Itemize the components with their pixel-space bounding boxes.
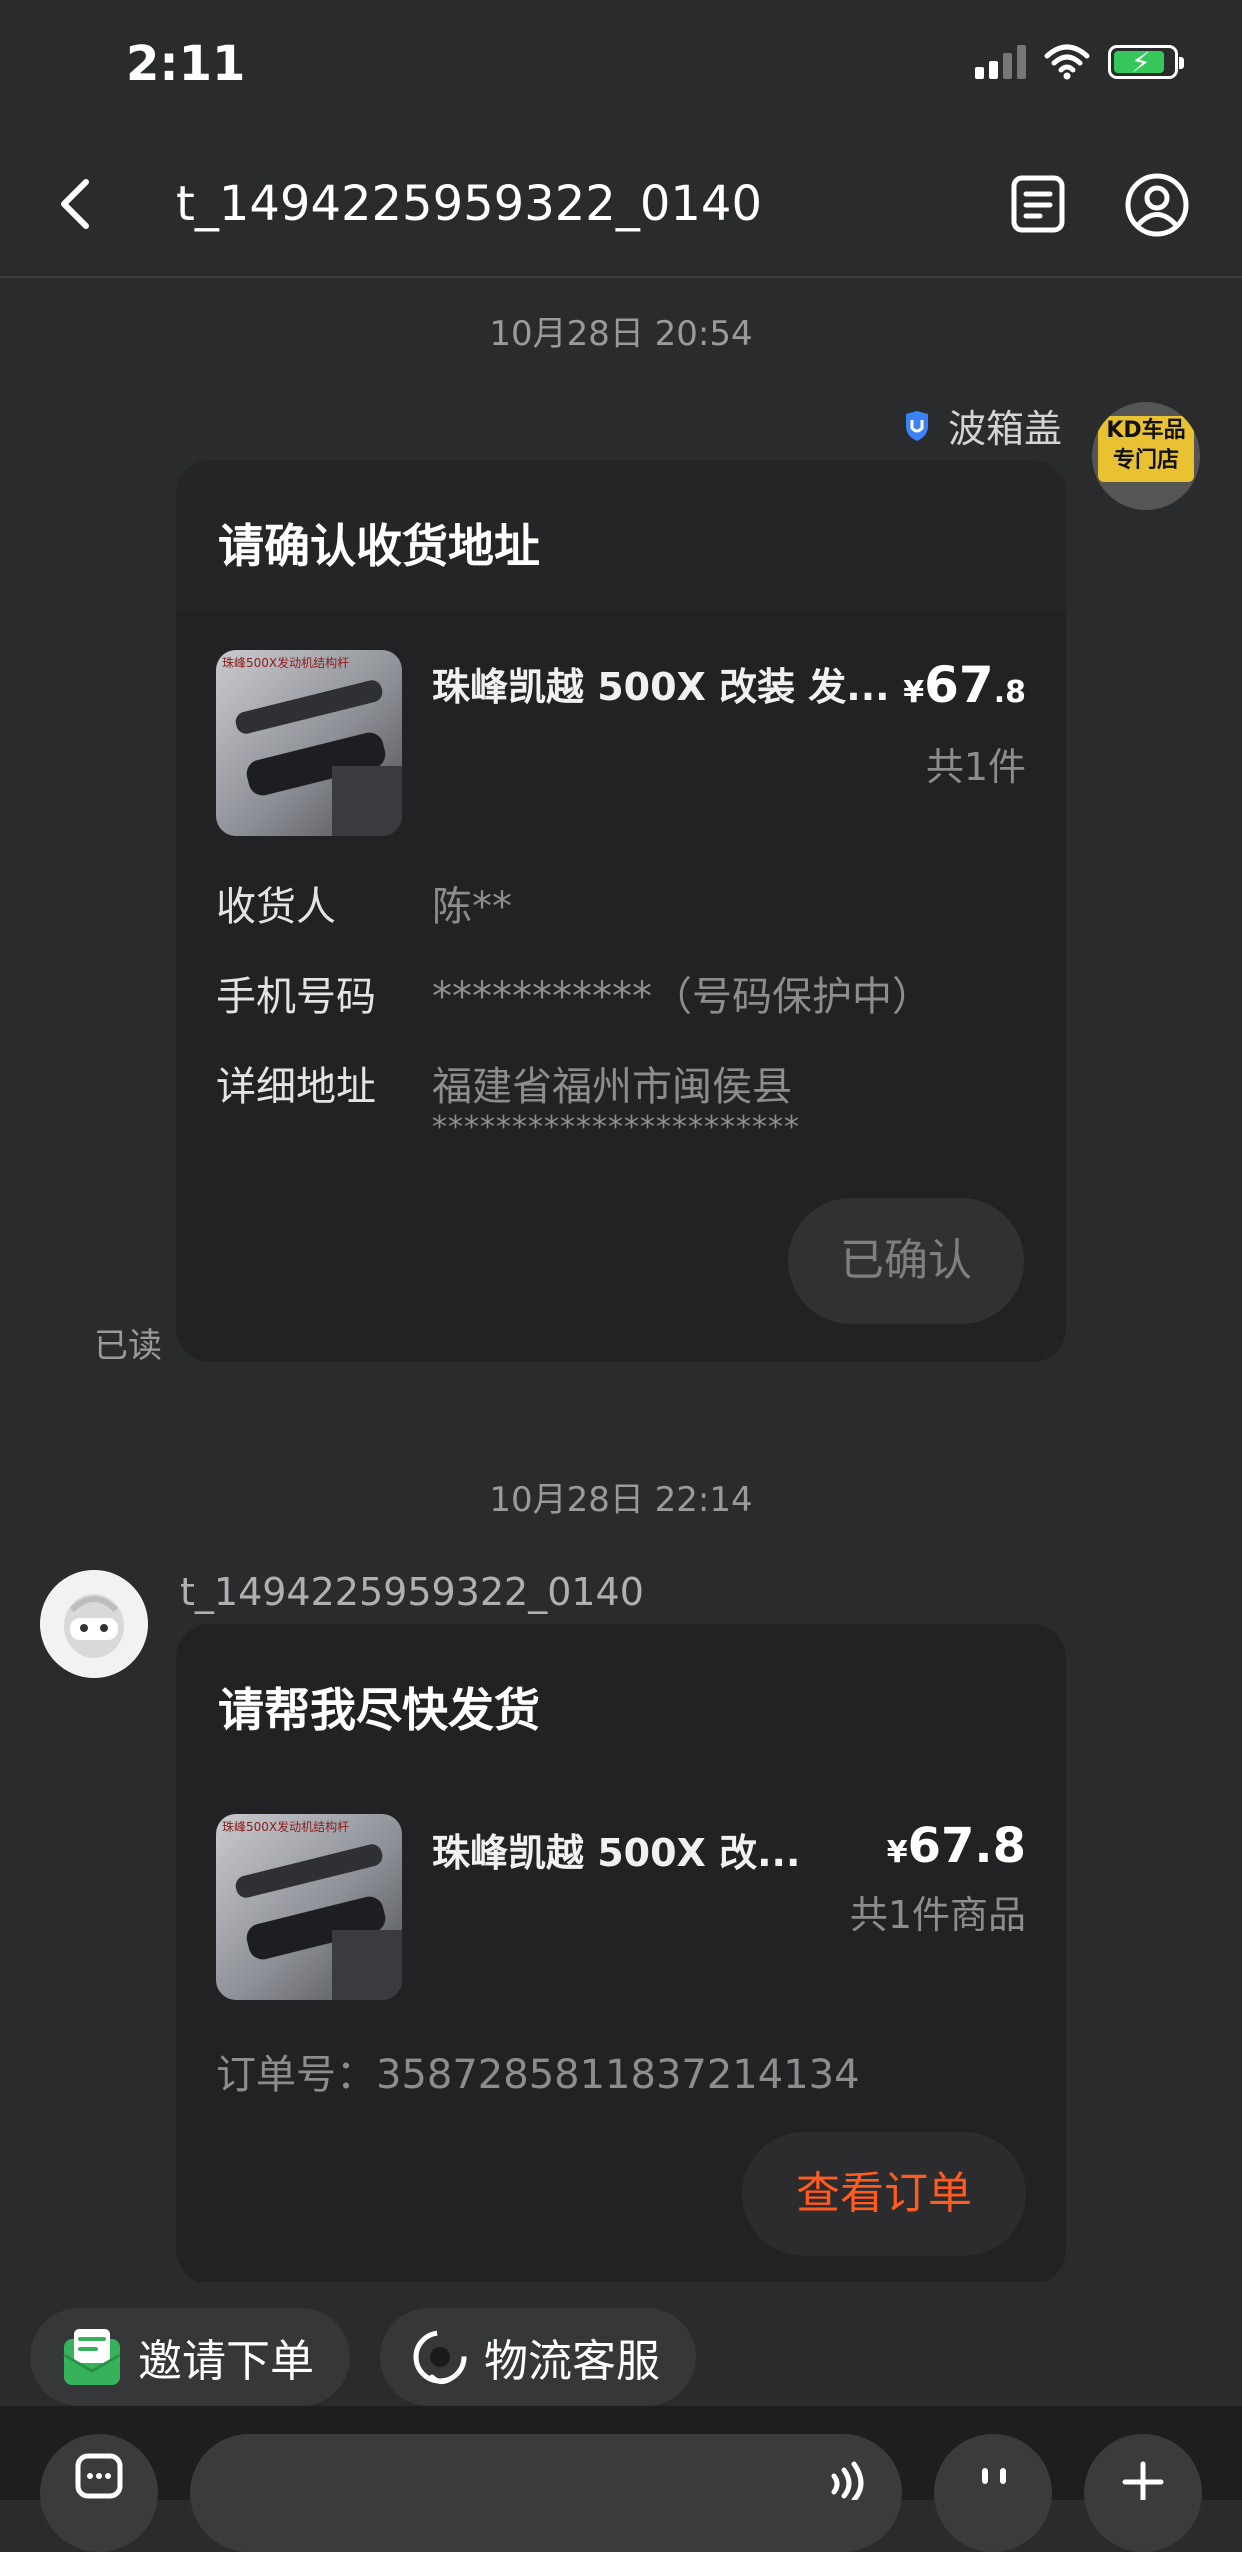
card-title: 请帮我尽快发货 [218, 1683, 540, 1737]
product-name[interactable]: 珠峰凯越 500X 改装 发... [432, 656, 890, 711]
buyer-name: t_1494225959322_0140 [180, 1570, 644, 1614]
message-timestamp: 10月28日 22:14 [489, 1480, 753, 1520]
invite-order-icon [63, 2329, 121, 2385]
voice-icon[interactable] [820, 2452, 870, 2500]
buyer-avatar-icon [40, 1570, 148, 1678]
invite-order-button[interactable]: 邀请下单 [30, 2308, 350, 2406]
status-time: 2:11 [126, 36, 246, 92]
user-profile-icon[interactable] [1124, 172, 1190, 238]
product-price: ¥67.8 [903, 656, 1026, 714]
field-label: 收货人 [216, 884, 336, 930]
product-price: ¥67.8 [886, 1818, 1026, 1874]
product-quantity: 共1件商品 [849, 1893, 1026, 1937]
product-thumbnail[interactable]: 珠峰500X发动机结构杆 [216, 1814, 402, 2000]
order-number-row: 订单号：3587285811837214134 [216, 2042, 860, 2100]
field-value-detail: *********************** [432, 1110, 800, 1145]
order-list-icon[interactable] [1008, 172, 1068, 236]
message-timestamp: 10月28日 20:54 [489, 314, 753, 354]
battery-icon: ⚡ [1108, 45, 1184, 79]
plus-icon [1122, 2461, 1164, 2503]
chat-menu-icon [75, 2453, 123, 2499]
card-title: 请确认收货地址 [218, 519, 540, 573]
seller-name: 波箱盖 [947, 407, 1062, 451]
read-status: 已读 [94, 1326, 162, 1366]
product-thumbnail[interactable]: 珠峰500X发动机结构杆 [216, 650, 402, 836]
logistics-service-button[interactable]: 物流客服 [380, 2308, 696, 2406]
seller-name-row: 波箱盖 [902, 398, 1062, 453]
chat-menu-button[interactable] [40, 2434, 158, 2552]
emoji-button[interactable] [934, 2434, 1052, 2552]
shipping-request-card: 请帮我尽快发货 珠峰500X发动机结构杆 珠峰凯越 500X 改... ¥67.… [176, 1624, 1066, 2284]
field-label: 详细地址 [216, 1064, 376, 1110]
seller-avatar-text: KD车品专门店 [1098, 416, 1194, 482]
logistics-service-label: 物流客服 [484, 2336, 660, 2387]
chevron-left-icon[interactable] [56, 176, 96, 232]
field-value: 福建省福州市闽侯县 [432, 1064, 792, 1110]
order-number-label: 订单号： [216, 2052, 376, 2098]
seller-avatar[interactable]: KD车品专门店 [1092, 402, 1200, 510]
page-title: t_1494225959322_0140 [176, 176, 762, 232]
verified-shield-icon [905, 410, 928, 441]
order-number: 3587285811837214134 [376, 2052, 860, 2098]
field-value: 陈** [432, 884, 512, 930]
message-input[interactable] [190, 2434, 902, 2552]
wifi-icon [1044, 44, 1090, 80]
status-icons: ⚡ [975, 44, 1184, 80]
plus-button[interactable] [1084, 2434, 1202, 2552]
product-quantity: 共1件 [925, 745, 1026, 789]
address-confirm-card: 请确认收货地址 珠峰500X发动机结构杆 珠峰凯越 500X 改装 发... ¥… [176, 460, 1066, 1362]
signal-icon [975, 45, 1026, 79]
confirmed-button[interactable]: 已确认 [788, 1198, 1024, 1324]
product-name[interactable]: 珠峰凯越 500X 改... [432, 1822, 800, 1877]
buyer-avatar[interactable] [40, 1570, 148, 1678]
emoji-icon [982, 2468, 1006, 2484]
logistics-service-icon [413, 2330, 467, 2385]
field-value: ***********（号码保护中） [432, 974, 932, 1020]
view-order-button[interactable]: 查看订单 [742, 2132, 1026, 2256]
field-label: 手机号码 [216, 974, 376, 1020]
invite-order-label: 邀请下单 [138, 2336, 314, 2387]
